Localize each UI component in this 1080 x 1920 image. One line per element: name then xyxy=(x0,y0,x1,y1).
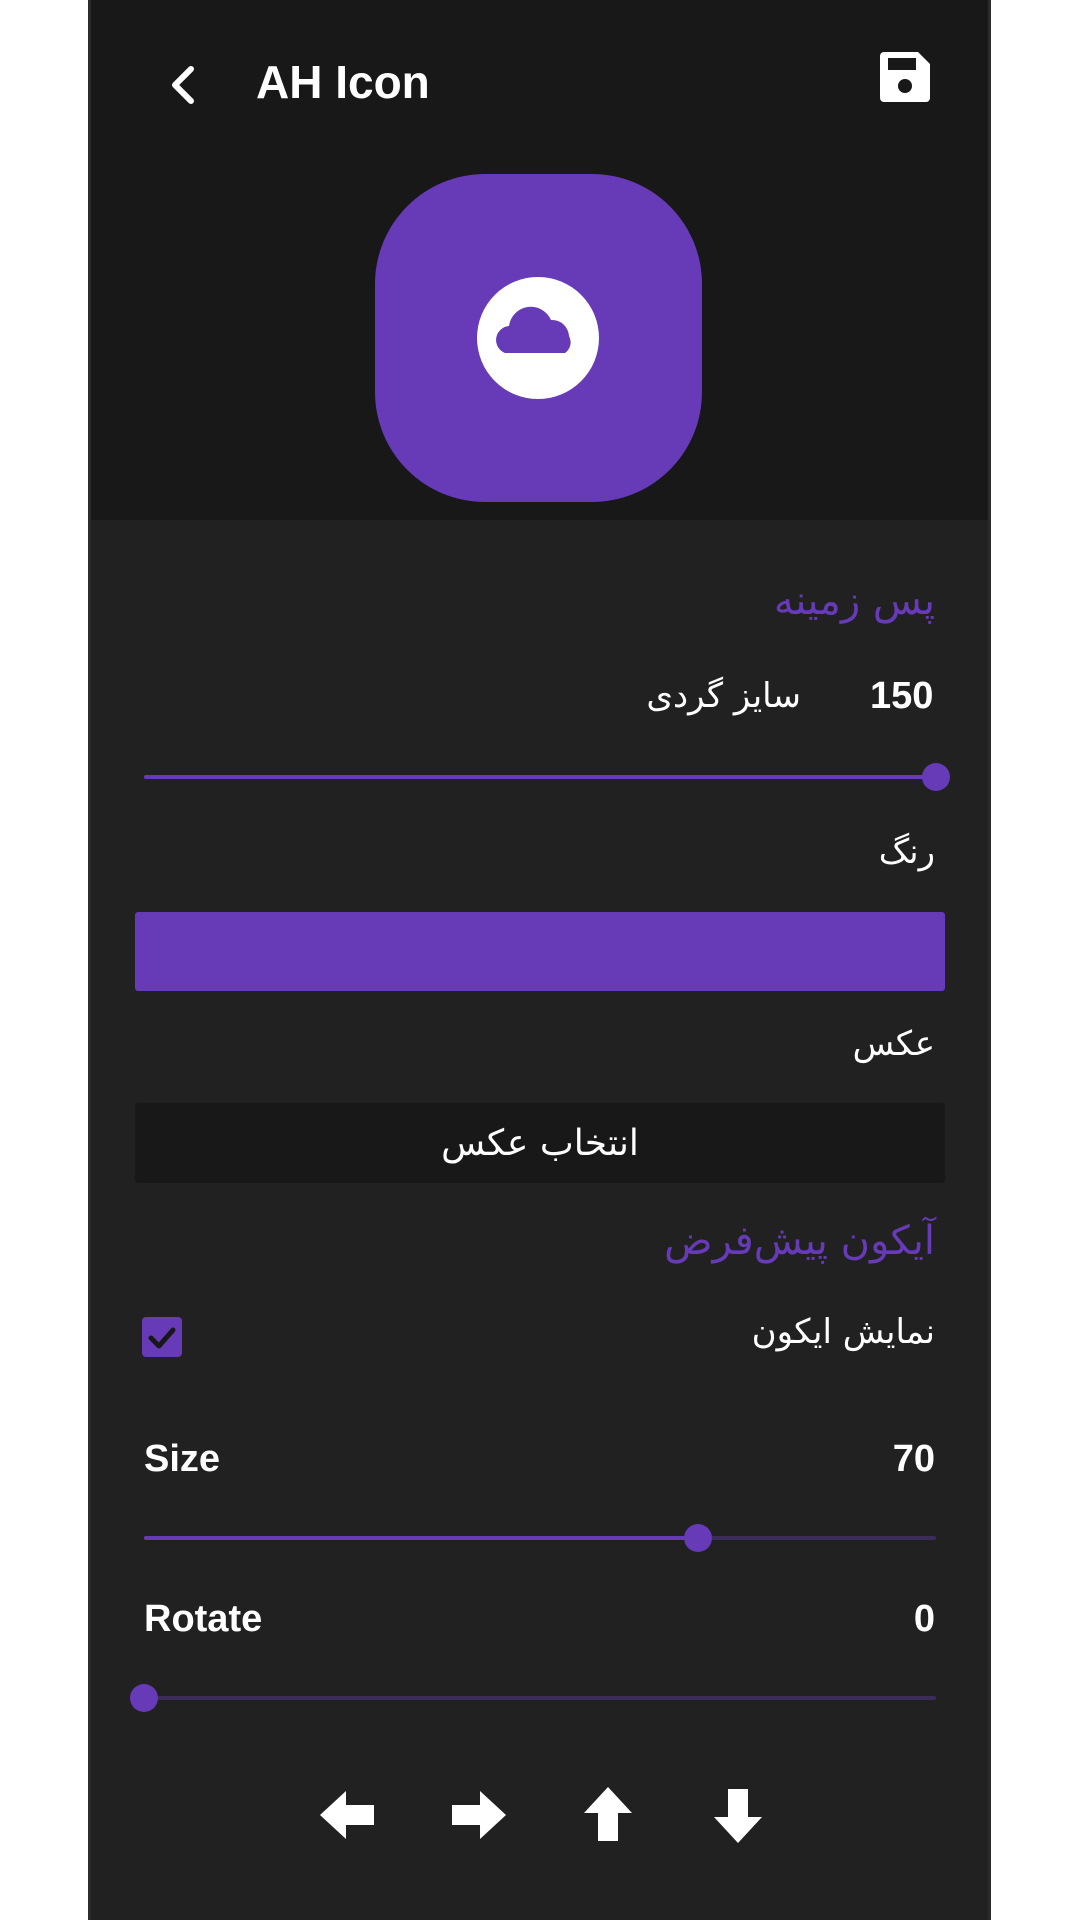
arrow-right-icon xyxy=(452,1791,506,1839)
icon-preview xyxy=(375,174,702,502)
size-label: Size xyxy=(144,1438,221,1480)
slider-thumb[interactable] xyxy=(684,1524,712,1552)
floppy-disk-icon xyxy=(880,52,930,102)
move-right-button[interactable] xyxy=(448,1785,508,1845)
color-picker-swatch[interactable] xyxy=(135,912,945,991)
header-preview-area: AH Icon xyxy=(88,0,991,520)
slider-fill xyxy=(144,1536,698,1540)
corner-radius-label: سایز گردی xyxy=(646,676,801,716)
default-icon-section-title: آیکون پیش‌فرض xyxy=(664,1218,935,1264)
screen-right-border xyxy=(988,0,991,1920)
slider-thumb[interactable] xyxy=(130,1684,158,1712)
move-left-button[interactable] xyxy=(318,1785,378,1845)
size-slider[interactable] xyxy=(144,1518,936,1558)
slider-track xyxy=(144,1696,936,1700)
rotate-value: 0 xyxy=(913,1598,935,1640)
slider-thumb[interactable] xyxy=(922,763,950,791)
arrow-up-icon xyxy=(584,1787,632,1841)
image-label: عکس xyxy=(852,1024,935,1064)
move-down-button[interactable] xyxy=(708,1785,768,1845)
arrow-left-icon xyxy=(320,1791,374,1839)
chevron-left-icon xyxy=(172,66,194,104)
save-button[interactable] xyxy=(878,50,938,110)
rotate-slider[interactable] xyxy=(130,1678,936,1718)
arrow-down-icon xyxy=(714,1789,762,1843)
color-label: رنگ xyxy=(878,832,935,872)
back-button[interactable] xyxy=(148,50,218,120)
size-value: 70 xyxy=(892,1438,935,1480)
rotate-label: Rotate xyxy=(144,1598,263,1640)
corner-radius-value: 150 xyxy=(870,675,934,717)
screen-left-border xyxy=(88,0,91,1920)
move-up-button[interactable] xyxy=(578,1785,638,1845)
show-icon-checkbox[interactable] xyxy=(142,1317,182,1357)
app-title: AH Icon xyxy=(256,56,430,108)
corner-radius-slider[interactable] xyxy=(144,757,950,797)
cloud-icon xyxy=(477,277,599,399)
pick-image-button[interactable]: انتخاب عکس xyxy=(135,1103,945,1183)
app-screen: AH Icon پس زمینه 150 سایز گردی رنگ عکس ا… xyxy=(88,0,991,1920)
show-icon-label: نمایش ایکون xyxy=(751,1312,935,1352)
check-icon xyxy=(148,1327,176,1349)
background-section-title: پس زمینه xyxy=(773,578,935,624)
slider-fill xyxy=(144,775,936,779)
